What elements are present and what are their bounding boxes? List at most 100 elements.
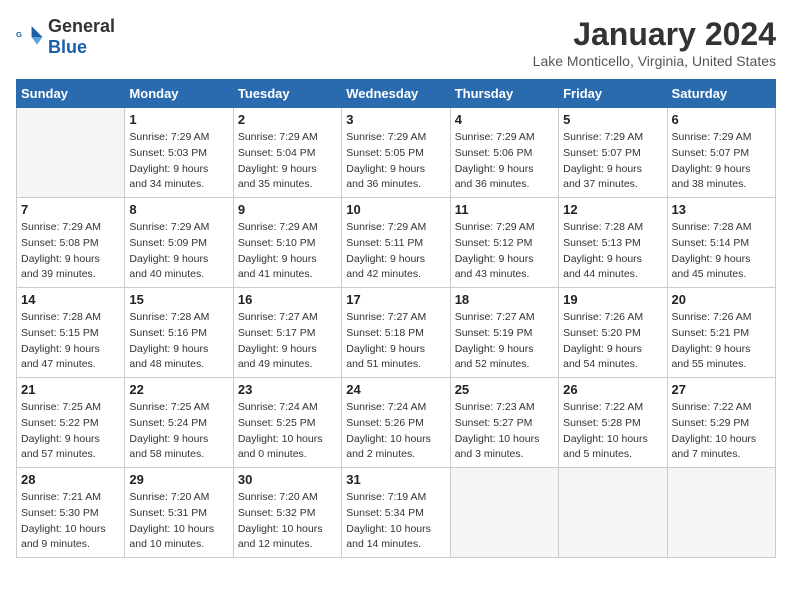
day-info: Sunrise: 7:28 AM Sunset: 5:15 PM Dayligh…	[21, 310, 120, 373]
day-cell: 21Sunrise: 7:25 AM Sunset: 5:22 PM Dayli…	[17, 378, 125, 468]
day-cell	[667, 468, 775, 558]
day-cell: 11 Sunrise: 7:29 AM Sunset: 5:12 PM Dayli…	[450, 198, 558, 288]
week-row-3: 14 Sunrise: 7:28 AM Sunset: 5:15 PM Dayli…	[17, 288, 776, 378]
day-number: 10	[346, 202, 445, 217]
day-number: 19	[563, 292, 662, 307]
day-cell: 2 Sunrise: 7:29 AM Sunset: 5:04 PM Daylig…	[233, 108, 341, 198]
day-cell: 8 Sunrise: 7:29 AM Sunset: 5:09 PM Daylig…	[125, 198, 233, 288]
day-number: 28	[21, 472, 120, 487]
logo-general: General	[48, 16, 115, 36]
day-cell: 13 Sunrise: 7:28 AM Sunset: 5:14 PM Dayli…	[667, 198, 775, 288]
day-cell: 1Sunrise: 7:29 AM Sunset: 5:03 PM Daylig…	[125, 108, 233, 198]
day-info: Sunrise: 7:29 AM Sunset: 5:10 PM Dayligh…	[238, 220, 337, 283]
day-number: 2	[238, 112, 337, 127]
day-cell: 31Sunrise: 7:19 AM Sunset: 5:34 PM Dayli…	[342, 468, 450, 558]
day-cell: 17 Sunrise: 7:27 AM Sunset: 5:18 PM Dayli…	[342, 288, 450, 378]
day-info: Sunrise: 7:19 AM Sunset: 5:34 PM Dayligh…	[346, 490, 445, 553]
day-cell: 14 Sunrise: 7:28 AM Sunset: 5:15 PM Dayli…	[17, 288, 125, 378]
day-info: Sunrise: 7:28 AM Sunset: 5:14 PM Dayligh…	[672, 220, 771, 283]
day-number: 25	[455, 382, 554, 397]
day-cell	[17, 108, 125, 198]
day-info: Sunrise: 7:28 AM Sunset: 5:13 PM Dayligh…	[563, 220, 662, 283]
day-info: Sunrise: 7:25 AM Sunset: 5:22 PM Dayligh…	[21, 400, 120, 463]
day-number: 24	[346, 382, 445, 397]
day-number: 11	[455, 202, 554, 217]
day-info: Sunrise: 7:27 AM Sunset: 5:17 PM Dayligh…	[238, 310, 337, 373]
day-cell: 26 Sunrise: 7:22 AM Sunset: 5:28 PM Dayli…	[559, 378, 667, 468]
col-header-friday: Friday	[559, 80, 667, 108]
day-cell: 30 Sunrise: 7:20 AM Sunset: 5:32 PM Dayli…	[233, 468, 341, 558]
day-info: Sunrise: 7:24 AM Sunset: 5:25 PM Dayligh…	[238, 400, 337, 463]
day-info: Sunrise: 7:26 AM Sunset: 5:21 PM Dayligh…	[672, 310, 771, 373]
day-info: Sunrise: 7:27 AM Sunset: 5:18 PM Dayligh…	[346, 310, 445, 373]
col-header-tuesday: Tuesday	[233, 80, 341, 108]
day-number: 13	[672, 202, 771, 217]
calendar-title: January 2024	[533, 16, 776, 53]
day-number: 29	[129, 472, 228, 487]
day-cell: 5Sunrise: 7:29 AM Sunset: 5:07 PM Daylig…	[559, 108, 667, 198]
day-number: 17	[346, 292, 445, 307]
day-number: 8	[129, 202, 228, 217]
calendar-header: SundayMondayTuesdayWednesdayThursdayFrid…	[17, 80, 776, 108]
day-number: 22	[129, 382, 228, 397]
day-info: Sunrise: 7:29 AM Sunset: 5:12 PM Dayligh…	[455, 220, 554, 283]
day-number: 7	[21, 202, 120, 217]
day-info: Sunrise: 7:29 AM Sunset: 5:05 PM Dayligh…	[346, 130, 445, 193]
day-cell: 12Sunrise: 7:28 AM Sunset: 5:13 PM Dayli…	[559, 198, 667, 288]
day-number: 3	[346, 112, 445, 127]
day-info: Sunrise: 7:26 AM Sunset: 5:20 PM Dayligh…	[563, 310, 662, 373]
day-cell: 18 Sunrise: 7:27 AM Sunset: 5:19 PM Dayli…	[450, 288, 558, 378]
day-cell: 19 Sunrise: 7:26 AM Sunset: 5:20 PM Dayli…	[559, 288, 667, 378]
day-number: 18	[455, 292, 554, 307]
day-info: Sunrise: 7:29 AM Sunset: 5:03 PM Dayligh…	[129, 130, 228, 193]
day-info: Sunrise: 7:28 AM Sunset: 5:16 PM Dayligh…	[129, 310, 228, 373]
col-header-thursday: Thursday	[450, 80, 558, 108]
day-info: Sunrise: 7:29 AM Sunset: 5:07 PM Dayligh…	[672, 130, 771, 193]
day-cell: 29 Sunrise: 7:20 AM Sunset: 5:31 PM Dayli…	[125, 468, 233, 558]
day-cell: 25 Sunrise: 7:23 AM Sunset: 5:27 PM Dayli…	[450, 378, 558, 468]
day-cell: 6Sunrise: 7:29 AM Sunset: 5:07 PM Daylig…	[667, 108, 775, 198]
day-number: 30	[238, 472, 337, 487]
col-header-sunday: Sunday	[17, 80, 125, 108]
logo-icon: G	[16, 23, 44, 51]
calendar-subtitle: Lake Monticello, Virginia, United States	[533, 53, 776, 69]
header-row: SundayMondayTuesdayWednesdayThursdayFrid…	[17, 80, 776, 108]
day-cell: 16 Sunrise: 7:27 AM Sunset: 5:17 PM Dayli…	[233, 288, 341, 378]
day-info: Sunrise: 7:23 AM Sunset: 5:27 PM Dayligh…	[455, 400, 554, 463]
day-info: Sunrise: 7:29 AM Sunset: 5:11 PM Dayligh…	[346, 220, 445, 283]
day-number: 15	[129, 292, 228, 307]
day-info: Sunrise: 7:29 AM Sunset: 5:04 PM Dayligh…	[238, 130, 337, 193]
day-cell	[559, 468, 667, 558]
day-number: 14	[21, 292, 120, 307]
day-cell: 10 Sunrise: 7:29 AM Sunset: 5:11 PM Dayli…	[342, 198, 450, 288]
day-cell	[450, 468, 558, 558]
day-cell: 9Sunrise: 7:29 AM Sunset: 5:10 PM Daylig…	[233, 198, 341, 288]
day-info: Sunrise: 7:22 AM Sunset: 5:29 PM Dayligh…	[672, 400, 771, 463]
day-cell: 20 Sunrise: 7:26 AM Sunset: 5:21 PM Dayli…	[667, 288, 775, 378]
day-info: Sunrise: 7:22 AM Sunset: 5:28 PM Dayligh…	[563, 400, 662, 463]
day-info: Sunrise: 7:24 AM Sunset: 5:26 PM Dayligh…	[346, 400, 445, 463]
day-info: Sunrise: 7:20 AM Sunset: 5:32 PM Dayligh…	[238, 490, 337, 553]
day-info: Sunrise: 7:29 AM Sunset: 5:09 PM Dayligh…	[129, 220, 228, 283]
col-header-monday: Monday	[125, 80, 233, 108]
day-info: Sunrise: 7:20 AM Sunset: 5:31 PM Dayligh…	[129, 490, 228, 553]
title-section: January 2024 Lake Monticello, Virginia, …	[533, 16, 776, 69]
day-number: 20	[672, 292, 771, 307]
day-number: 16	[238, 292, 337, 307]
day-cell: 15 Sunrise: 7:28 AM Sunset: 5:16 PM Dayli…	[125, 288, 233, 378]
day-cell: 4Sunrise: 7:29 AM Sunset: 5:06 PM Daylig…	[450, 108, 558, 198]
day-info: Sunrise: 7:25 AM Sunset: 5:24 PM Dayligh…	[129, 400, 228, 463]
day-number: 27	[672, 382, 771, 397]
day-number: 5	[563, 112, 662, 127]
day-number: 23	[238, 382, 337, 397]
day-number: 26	[563, 382, 662, 397]
calendar-table: SundayMondayTuesdayWednesdayThursdayFrid…	[16, 79, 776, 558]
logo: G General Blue	[16, 16, 115, 58]
week-row-5: 28Sunrise: 7:21 AM Sunset: 5:30 PM Dayli…	[17, 468, 776, 558]
day-cell: 27 Sunrise: 7:22 AM Sunset: 5:29 PM Dayli…	[667, 378, 775, 468]
day-info: Sunrise: 7:29 AM Sunset: 5:08 PM Dayligh…	[21, 220, 120, 283]
calendar-body: 1Sunrise: 7:29 AM Sunset: 5:03 PM Daylig…	[17, 108, 776, 558]
day-info: Sunrise: 7:27 AM Sunset: 5:19 PM Dayligh…	[455, 310, 554, 373]
col-header-wednesday: Wednesday	[342, 80, 450, 108]
week-row-1: 1Sunrise: 7:29 AM Sunset: 5:03 PM Daylig…	[17, 108, 776, 198]
